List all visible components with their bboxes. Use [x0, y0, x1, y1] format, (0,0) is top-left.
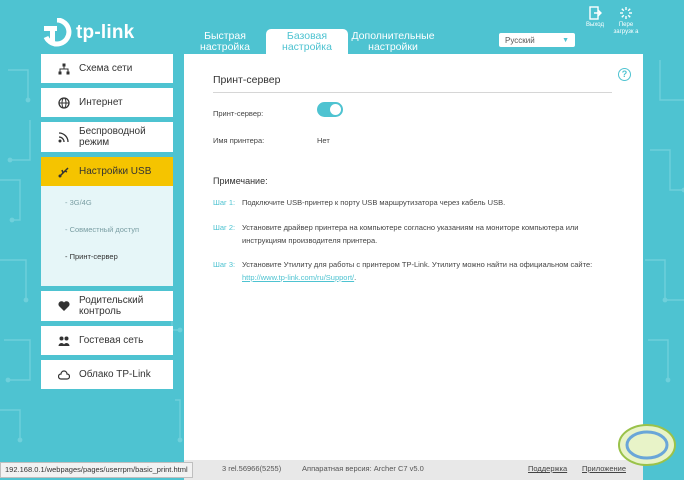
language-value: Русский: [505, 35, 535, 45]
browser-status-bar: 192.168.0.1/webpages/pages/userrpm/basic…: [0, 462, 193, 478]
step-label: Шаг 2:: [213, 223, 236, 232]
cloud-icon: [58, 369, 70, 381]
step-body: Установите Утилиту для работы с принтеро…: [242, 259, 623, 284]
tab-advanced[interactable]: Дополнительные настройки: [348, 29, 438, 54]
toggle-knob: [330, 104, 341, 115]
step-text: Установите драйвер принтера на компьютер…: [242, 223, 579, 245]
sidebar-item-internet[interactable]: Интернет: [41, 88, 173, 117]
support-link[interactable]: http://www.tp-link.com/ru/Support/: [242, 273, 354, 282]
sidebar-item-label: Интернет: [79, 97, 123, 108]
page-title: Принт-сервер: [213, 74, 281, 86]
tp-link-logo: tp-link: [42, 18, 134, 48]
step-suffix: .: [354, 272, 357, 282]
sidebar: Схема сети Интернет Беспроводной режим Н…: [41, 54, 173, 394]
chevron-down-icon: ▼: [562, 36, 569, 44]
submenu-item-sharing[interactable]: - Совместный доступ: [41, 225, 173, 252]
step-2: Шаг 2: Установите драйвер принтера на ко…: [213, 222, 623, 247]
network-map-icon: [58, 63, 70, 75]
support-footer-link[interactable]: Поддержка: [528, 464, 567, 473]
sidebar-item-label: Родительский контроль: [79, 295, 144, 317]
language-select[interactable]: Русский ▼: [499, 33, 575, 47]
logout-button[interactable]: Выход: [580, 6, 610, 29]
title-divider: [213, 92, 612, 93]
sidebar-item-wireless[interactable]: Беспроводной режим: [41, 122, 173, 152]
step-3: Шаг 3: Установите Утилиту для работы с п…: [213, 259, 623, 284]
footer: 3 rel.56966(5255) Аппаратная версия: Arc…: [184, 460, 643, 480]
tp-link-logo-icon: [43, 18, 72, 47]
submenu-item-print-server[interactable]: - Принт-сервер: [41, 252, 173, 279]
step-text: Установите Утилиту для работы с принтеро…: [242, 260, 593, 269]
parental-control-icon: [58, 300, 70, 312]
step-1: Шаг 1: Подключите USB-принтер к порту US…: [213, 197, 623, 210]
reboot-label: Пере загрузк а: [613, 22, 639, 35]
top-tabs: Быстрая настройка Базовая настройка Допо…: [184, 29, 438, 54]
logout-icon: [589, 6, 602, 20]
step-label: Шаг 1:: [213, 198, 236, 207]
sidebar-item-cloud[interactable]: Облако TP-Link: [41, 360, 173, 389]
tab-quick-setup[interactable]: Быстрая настройка: [184, 29, 266, 54]
step-text: Подключите USB-принтер к порту USB маршр…: [242, 198, 506, 207]
reboot-icon: [620, 7, 632, 19]
help-icon[interactable]: ?: [618, 68, 631, 81]
main-panel: Принт-сервер ? Принт-сервер: Имя принтер…: [184, 54, 643, 460]
print-server-label: Принт-сервер:: [213, 109, 264, 118]
logout-label: Выход: [586, 22, 604, 28]
sidebar-item-label: Беспроводной режим: [79, 126, 146, 148]
sidebar-item-parental-control[interactable]: Родительский контроль: [41, 291, 173, 321]
sidebar-item-label: Облако TP-Link: [79, 369, 151, 380]
guest-network-icon: [58, 335, 70, 347]
usb-submenu: - 3G/4G - Совместный доступ - Принт-серв…: [41, 186, 173, 286]
printer-name-value: Нет: [317, 136, 330, 145]
note-title: Примечание:: [213, 176, 268, 186]
printer-name-label: Имя принтера:: [213, 136, 265, 145]
logo-text: tp-link: [76, 22, 135, 43]
sidebar-item-usb[interactable]: Настройки USB: [41, 157, 173, 186]
wifi-icon: [58, 131, 70, 143]
hardware-version: Аппаратная версия: Archer C7 v5.0: [302, 464, 424, 473]
print-server-toggle[interactable]: [317, 102, 343, 117]
watermark-logo: [618, 424, 676, 466]
submenu-item-3g4g[interactable]: - 3G/4G: [41, 198, 173, 225]
tab-basic[interactable]: Базовая настройка: [266, 29, 348, 54]
firmware-version: 3 rel.56966(5255): [222, 464, 282, 473]
usb-icon: [58, 166, 70, 178]
sidebar-item-label: Схема сети: [79, 63, 133, 74]
step-label: Шаг 3:: [213, 260, 236, 269]
sidebar-item-network-map[interactable]: Схема сети: [41, 54, 173, 83]
sidebar-item-label: Гостевая сеть: [79, 335, 144, 346]
sidebar-item-guest-network[interactable]: Гостевая сеть: [41, 326, 173, 355]
reboot-button[interactable]: Пере загрузк а: [611, 6, 641, 35]
globe-icon: [58, 96, 70, 109]
sidebar-item-label: Настройки USB: [79, 166, 152, 177]
